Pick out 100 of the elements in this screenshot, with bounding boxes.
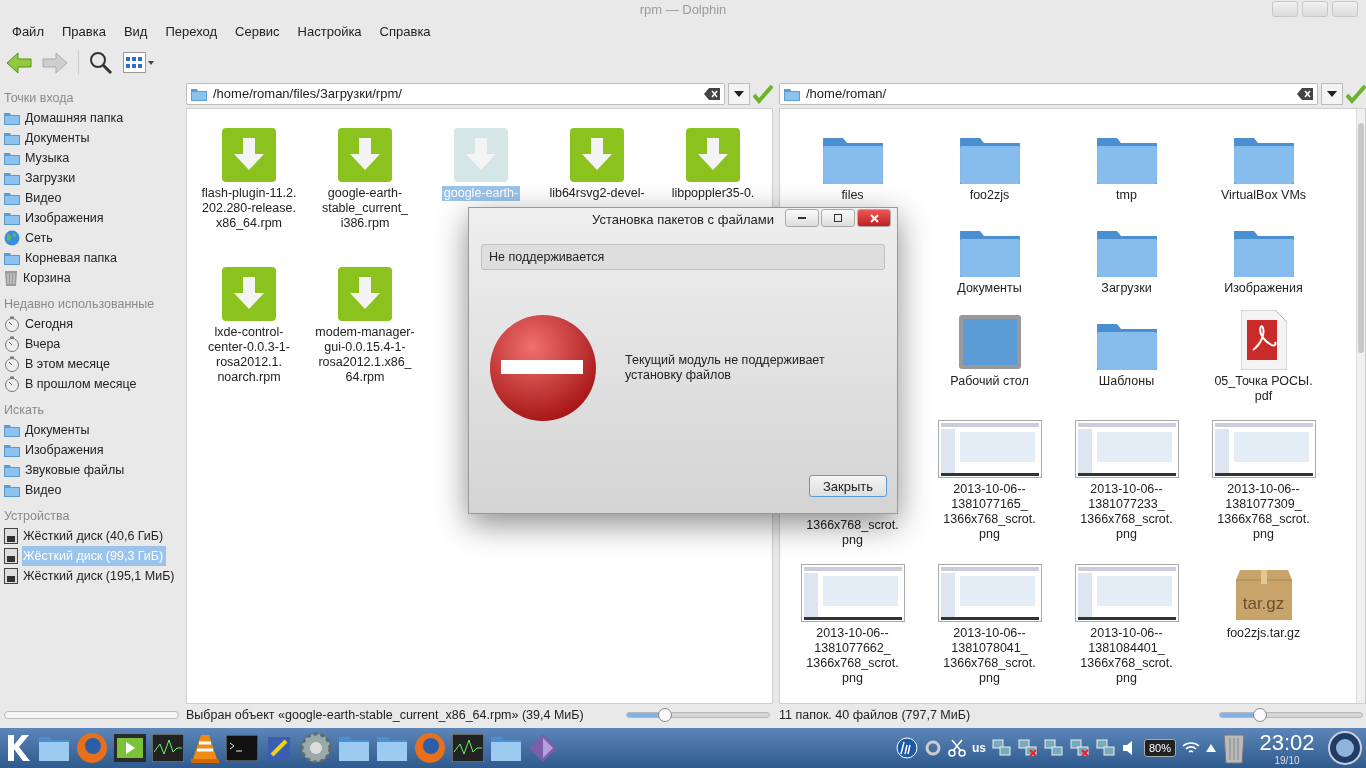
menu-item[interactable]: Переход	[165, 24, 218, 40]
checkmark-icon[interactable]	[1346, 83, 1366, 104]
menu-item[interactable]: Файл	[12, 24, 44, 40]
keyboard-layout[interactable]: us	[971, 741, 986, 756]
network-icon[interactable]	[991, 739, 1012, 758]
stopwatch-icon	[4, 375, 20, 392]
place-item[interactable]: Изображения	[24, 439, 107, 460]
view-mode-button[interactable]	[123, 51, 155, 74]
file-name: Изображения	[1223, 280, 1304, 296]
download-package-icon	[338, 127, 392, 182]
place-item[interactable]: Документы	[24, 419, 93, 440]
maximize-button[interactable]	[821, 209, 855, 227]
terminal-icon[interactable]	[226, 735, 258, 762]
file-name: 2013-10-06-- 1381077309_ 1366x768_scrot. png	[1216, 481, 1311, 542]
place-item[interactable]: Вчера	[24, 333, 64, 354]
folder-icon	[4, 250, 20, 265]
place-item[interactable]: Видео	[24, 479, 65, 500]
folder-icon[interactable]	[490, 734, 522, 763]
browser-icon[interactable]	[414, 732, 446, 765]
scrollbar[interactable]	[1356, 108, 1365, 704]
place-item[interactable]: Жёсткий диск (195,1 МиБ)	[22, 565, 178, 586]
file-name: Документы	[956, 280, 1023, 296]
menu-item[interactable]: Сервис	[235, 24, 280, 40]
minimize-button[interactable]	[785, 209, 819, 227]
network-icon[interactable]	[1017, 739, 1038, 758]
location-field[interactable]: /home/roman/	[779, 82, 1318, 105]
dropdown-button[interactable]	[1321, 82, 1343, 105]
place-item[interactable]: Звуковые файлы	[24, 459, 128, 480]
file-name: Шаблоны	[1097, 373, 1156, 389]
trash-icon[interactable]	[1222, 732, 1246, 765]
battery-indicator[interactable]: 80%	[1143, 739, 1176, 758]
section-title: Точки входа	[3, 89, 75, 107]
menu-item[interactable]: Правка	[61, 24, 106, 40]
caret-icon	[734, 90, 744, 97]
scissors-icon[interactable]	[947, 739, 966, 758]
diamond-icon[interactable]	[528, 733, 558, 764]
menu-item[interactable]: Справка	[379, 24, 431, 40]
hp-logo-icon[interactable]	[895, 737, 918, 760]
file-name: 2013-10-06-- 1381078041_ 1366x768_scrot. png	[942, 625, 1037, 686]
checkmark-icon[interactable]	[753, 83, 773, 104]
clock[interactable]: 23:02 19/10	[1252, 730, 1322, 766]
video-player-icon[interactable]	[114, 734, 146, 763]
download-package-icon	[454, 127, 508, 182]
globe-icon	[4, 229, 20, 246]
close-button[interactable]	[857, 209, 891, 227]
file-name: 2013-10-06-- 1381077165_ 1366x768_scrot. png	[942, 481, 1037, 542]
file-name: lxde-control- center-0.0.3-1- rosa2012.1. noarch.rpm	[207, 324, 291, 385]
place-item[interactable]: Музыка	[24, 147, 73, 168]
close-dialog-button[interactable]: Закрыть	[809, 475, 887, 497]
place-item[interactable]: Домашняя папка	[24, 107, 127, 128]
folder-icon	[4, 210, 20, 225]
file-name: modem-manager- gui-0.0.15.4-1- rosa2012.1.x86_ 64.rpm	[314, 324, 416, 385]
folder-icon[interactable]	[338, 734, 370, 763]
minimize-icon	[798, 217, 806, 219]
back-button[interactable]	[6, 51, 32, 74]
desktop-icon	[957, 313, 1022, 370]
place-item[interactable]: Сегодня	[24, 313, 76, 334]
round-button-icon[interactable]	[1328, 731, 1362, 766]
stopwatch-icon	[4, 315, 20, 332]
scrollbar[interactable]	[4, 711, 179, 720]
clear-icon[interactable]	[704, 87, 720, 100]
menu-item[interactable]: Вид	[123, 24, 148, 40]
pdf-document-icon	[1240, 309, 1287, 370]
system-monitor-icon[interactable]	[152, 734, 184, 763]
traffic-cone-icon[interactable]	[190, 733, 220, 764]
dialog-title: Установка пакетов с файлами	[592, 211, 774, 227]
file-name: 05_Точка РОСЫ. pdf	[1213, 373, 1314, 404]
folder-icon[interactable]	[376, 734, 408, 763]
menu-item[interactable]: Настройка	[297, 24, 362, 40]
place-item[interactable]: Загрузки	[24, 167, 79, 188]
stop-sign-icon	[489, 314, 597, 422]
place-item[interactable]: Изображения	[24, 207, 107, 228]
network-icon[interactable]	[1095, 739, 1116, 758]
folder-icon	[4, 130, 20, 145]
network-icon[interactable]	[1069, 739, 1090, 758]
place-item[interactable]: В этом месяце	[24, 353, 114, 374]
dropdown-button[interactable]	[728, 82, 750, 105]
place-item[interactable]: Жёсткий диск (40,6 ГиБ)	[22, 525, 167, 546]
place-item[interactable]: В прошлом месяце	[24, 373, 140, 394]
clear-icon[interactable]	[1297, 87, 1313, 100]
expand-arrow-icon[interactable]	[1206, 744, 1216, 753]
section-title: Недавно использованные	[3, 295, 156, 313]
place-item[interactable]: Корневая папка	[24, 247, 120, 268]
gear-icon[interactable]	[300, 732, 332, 765]
search-button[interactable]	[89, 50, 113, 75]
folder-icon[interactable]	[38, 734, 70, 763]
network-icon[interactable]	[1043, 739, 1064, 758]
place-item[interactable]: Корзина	[22, 267, 74, 288]
archive-label: tar.gz	[1242, 593, 1285, 614]
file-name: foo2zjs	[968, 187, 1011, 203]
place-item[interactable]: Видео	[24, 187, 65, 208]
place-item[interactable]: Сеть	[24, 227, 56, 248]
file-name: 2013-10-06-- 1381077233_ 1366x768_scrot. png	[1079, 481, 1174, 542]
place-item[interactable]: Документы	[24, 127, 93, 148]
system-monitor-icon[interactable]	[452, 734, 484, 763]
location-field[interactable]: /home/roman/files/Загрузки/rpm/	[186, 82, 725, 105]
error-message: Текущий модуль не поддерживает установку файлов	[625, 353, 826, 383]
folder-icon	[4, 190, 20, 205]
stopwatch-icon	[4, 355, 20, 372]
browser-icon[interactable]	[76, 732, 108, 765]
